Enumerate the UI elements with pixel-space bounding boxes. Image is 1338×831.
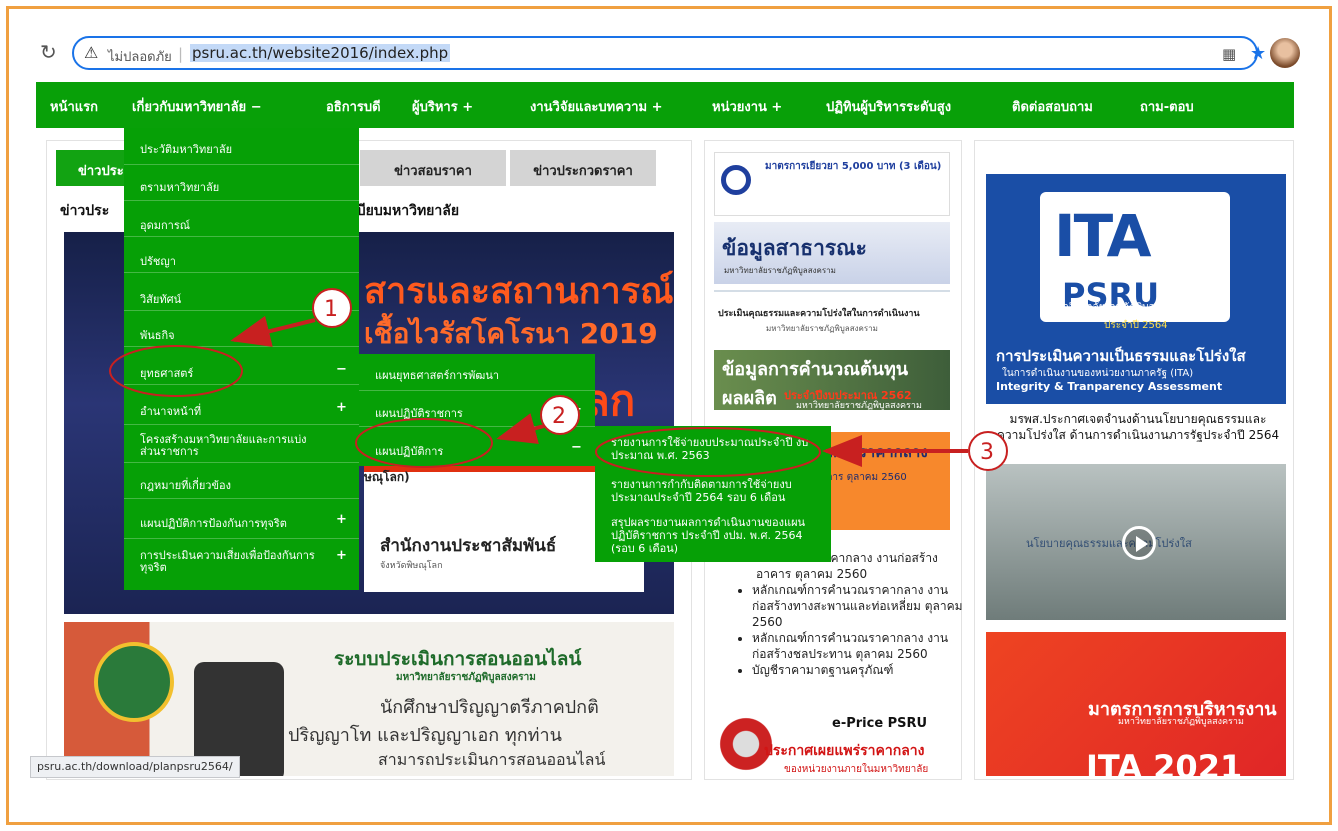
step-3-label: 3 (980, 440, 994, 465)
arrow-2 (496, 413, 545, 444)
highlight-action-plan (355, 418, 493, 468)
annotation-layer: 1 2 3 (109, 288, 1008, 477)
step-1-label: 1 (324, 297, 338, 322)
highlight-budget-report (595, 427, 821, 477)
arrow-1 (230, 315, 316, 347)
step-2-label: 2 (552, 404, 566, 429)
highlight-strategy (109, 345, 243, 397)
